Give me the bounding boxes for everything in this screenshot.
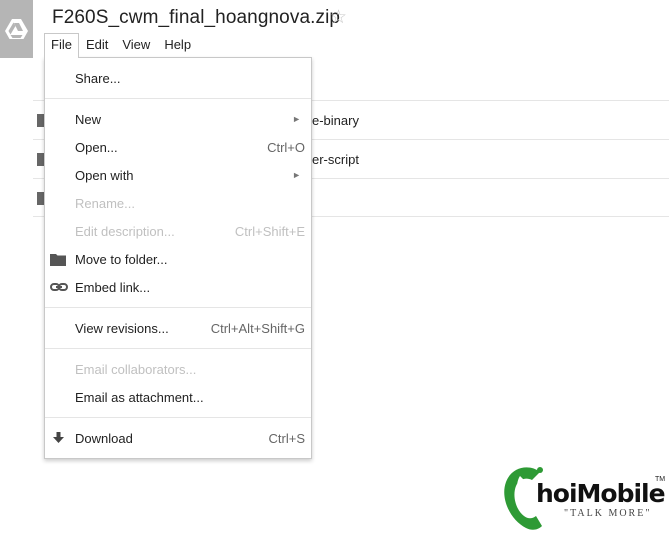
watermark-brand-letter: C <box>500 462 501 463</box>
menu-edit[interactable]: Edit <box>79 33 115 57</box>
menu-item-open[interactable]: Open... Ctrl+O <box>45 134 311 162</box>
file-name: er-script <box>312 152 359 167</box>
download-icon <box>53 432 64 443</box>
menu-item-label: Open... <box>75 140 118 155</box>
menu-item-download[interactable]: Download Ctrl+S <box>45 425 311 453</box>
menu-view[interactable]: View <box>115 33 157 57</box>
menu-item-label: Embed link... <box>75 280 151 295</box>
google-drive-icon <box>5 19 28 39</box>
menu-item-label: Move to folder... <box>75 252 168 267</box>
menu-item-view-revisions[interactable]: View revisions... Ctrl+Alt+Shift+G <box>45 315 311 343</box>
menu-item-label: Email collaborators... <box>75 362 197 377</box>
folder-icon <box>50 254 66 266</box>
menu-item-email-collaborators: Email collaborators... <box>45 356 311 384</box>
menu-item-move-to-folder[interactable]: Move to folder... <box>45 246 311 274</box>
document-title[interactable]: F260S_cwm_final_hoangnova.zip <box>52 7 340 29</box>
menu-item-label: Open with <box>75 168 134 183</box>
menu-item-label: New <box>75 112 102 127</box>
menu-item-embed-link[interactable]: Embed link... <box>45 274 311 302</box>
menu-separator <box>45 348 311 349</box>
menu-item-shortcut: Ctrl+Shift+E <box>234 224 305 239</box>
watermark-tagline: "TALK MORE" <box>564 508 652 519</box>
menu-item-label: Rename... <box>75 196 135 211</box>
menu-separator <box>45 98 311 99</box>
submenu-arrow-icon: ► <box>292 114 301 124</box>
menu-item-shortcut: Ctrl+S <box>268 431 305 446</box>
menu-item-label: View revisions... <box>75 321 169 336</box>
menu-item-shortcut: Ctrl+Alt+Shift+G <box>210 321 305 336</box>
menu-separator <box>45 417 311 418</box>
menubar: File Edit View Help <box>44 33 198 58</box>
menu-item-open-with[interactable]: Open with ► <box>45 162 311 190</box>
submenu-arrow-icon: ► <box>292 170 301 180</box>
file-name: e-binary <box>312 113 359 128</box>
link-icon <box>50 283 68 291</box>
menu-item-label: Share... <box>75 71 121 86</box>
drive-logo[interactable] <box>0 0 33 58</box>
menu-item-label: Edit description... <box>75 224 175 239</box>
watermark-tm: TM <box>655 476 666 483</box>
menu-item-shortcut: Ctrl+O <box>267 140 305 155</box>
menu-item-edit-description: Edit description... Ctrl+Shift+E <box>45 218 311 246</box>
file-menu-dropdown: Share... New ► Open... Ctrl+O Open with … <box>44 57 312 459</box>
menu-item-label: Email as attachment... <box>75 390 204 405</box>
watermark-brand-text: hoiMobile <box>536 479 666 508</box>
choimobile-watermark: C hoiMobile "TALK MORE" TM <box>500 462 669 533</box>
menu-help[interactable]: Help <box>157 33 198 57</box>
star-icon[interactable]: ☆ <box>330 8 347 27</box>
menu-item-label: Download <box>75 431 133 446</box>
menu-item-rename: Rename... <box>45 190 311 218</box>
menu-file[interactable]: File <box>44 33 79 58</box>
menu-separator <box>45 307 311 308</box>
menu-item-new[interactable]: New ► <box>45 106 311 134</box>
menu-item-email-attachment[interactable]: Email as attachment... <box>45 384 311 412</box>
menu-item-share[interactable]: Share... <box>45 65 311 93</box>
